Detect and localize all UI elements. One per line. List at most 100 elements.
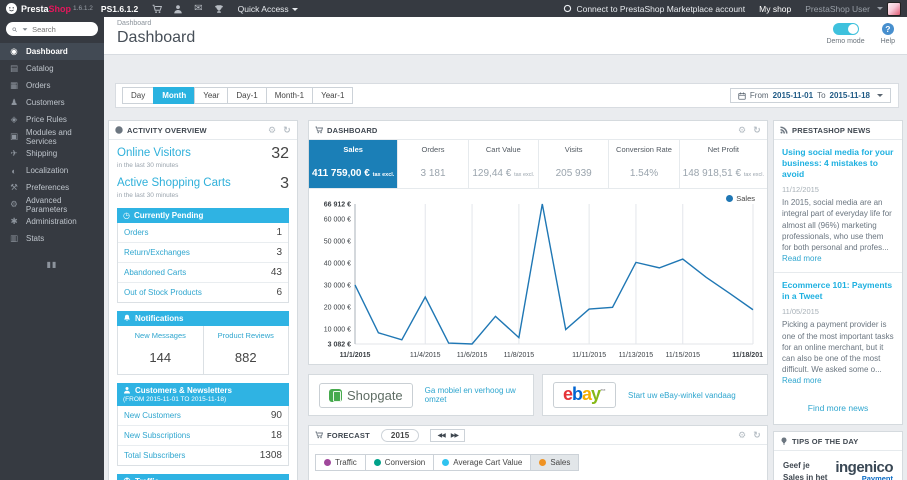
ebay-banner: ebay™ Start uw eBay-winkel vandaag xyxy=(542,374,768,416)
forward-icon[interactable]: ▶▶ xyxy=(451,432,459,439)
news-panel-title: PRESTASHOP NEWS xyxy=(792,125,871,135)
gear-icon[interactable]: ⚙ xyxy=(738,125,746,135)
sidebar-item-localization[interactable]: ◐ Localization xyxy=(0,162,104,179)
legend-conversion[interactable]: Conversion xyxy=(364,454,435,471)
sidebar-item-advanced-parameters[interactable]: ⚙ Advanced Parameters xyxy=(0,196,104,214)
marketplace-link[interactable]: Connect to PrestaShop Marketplace accoun… xyxy=(563,4,745,14)
brand-version: 1.6.1.2 xyxy=(73,5,93,12)
refresh-icon[interactable]: ↻ xyxy=(283,125,291,135)
product-reviews-cell: Product Reviews 882 xyxy=(202,326,289,374)
legend-dot-icon xyxy=(324,459,331,466)
avatar xyxy=(887,1,901,16)
shopgate-link[interactable]: Ga mobiel en verhoog uw omzet xyxy=(425,386,523,404)
sales-chart-area: Sales 3 082 € 10 000 € 20 000 € 30 000 € 40 … xyxy=(309,189,767,364)
kpi-tabs: Sales 411 759,00 € tax excl. Orders 3 18… xyxy=(309,140,767,189)
my-shop-link[interactable]: My shop xyxy=(759,4,791,14)
shopgate-phone-icon xyxy=(329,388,342,402)
sidebar-item-shipping[interactable]: ✈ Shipping xyxy=(0,145,104,162)
svg-text:11/1/2015: 11/1/2015 xyxy=(340,352,371,359)
sidebar-item-dashboard[interactable]: ◉ Dashboard xyxy=(0,43,104,60)
pending-row-orders: Orders 1 xyxy=(118,223,288,243)
cart-icon[interactable] xyxy=(152,4,163,14)
forecast-nav: ◀◀ ▶▶ xyxy=(430,428,465,442)
bell-icon xyxy=(123,314,131,323)
kpi-tab-cart-value[interactable]: Cart Value 129,44 € tax excl. xyxy=(469,140,539,188)
demo-mode-toggle[interactable] xyxy=(832,23,859,35)
user-menu[interactable]: PrestaShop User xyxy=(805,1,901,16)
ebay-logo: ebay™ xyxy=(553,382,617,408)
range-month-button[interactable]: Month xyxy=(153,87,196,104)
kpi-tab-visits[interactable]: Visits 205 939 xyxy=(539,140,610,188)
backward-icon[interactable]: ◀◀ xyxy=(437,432,445,439)
online-visitors-link[interactable]: Online Visitors xyxy=(117,147,191,159)
svg-text:10 000 €: 10 000 € xyxy=(324,326,351,333)
sidebar-item-administration[interactable]: ✱ Administration xyxy=(0,213,104,230)
range-day-button[interactable]: Day xyxy=(122,87,155,104)
sidebar-item-price-rules[interactable]: ◈ Price Rules xyxy=(0,111,104,128)
ebay-link[interactable]: Start uw eBay-winkel vandaag xyxy=(628,391,736,400)
kpi-tab-net-profit[interactable]: Net Profit 148 918,51 € tax excl. xyxy=(680,140,767,188)
breadcrumb[interactable]: Dashboard xyxy=(117,20,151,27)
legend-dot-icon xyxy=(539,459,547,466)
page-body: Day Month Year Day-1 Month-1 Year-1 From… xyxy=(104,55,907,480)
shipping-icon: ✈ xyxy=(10,148,18,158)
kpi-tab-orders[interactable]: Orders 3 181 xyxy=(398,140,469,188)
chart-legend[interactable]: Sales xyxy=(726,194,755,203)
ingenico-logo[interactable]: ingenico Payment services xyxy=(835,460,893,480)
news-headline[interactable]: Using social media for your business: 4 … xyxy=(782,147,894,180)
forecast-panel-title: FORECAST xyxy=(327,430,370,440)
gear-icon[interactable]: ⚙ xyxy=(268,125,276,135)
brand-name[interactable]: PrestaShop xyxy=(21,4,71,14)
quick-access-menu[interactable]: Quick Access xyxy=(238,4,298,14)
sidebar-item-orders[interactable]: ▦ Orders xyxy=(0,77,104,94)
active-carts-link[interactable]: Active Shopping Carts xyxy=(117,177,231,189)
find-more-news-link[interactable]: Find more news xyxy=(774,394,902,424)
caret-down-icon xyxy=(877,7,883,10)
forecast-legend: Traffic Conversion Average Cart Value Sa… xyxy=(309,445,767,480)
collapse-menu-icon[interactable]: ▮▮ xyxy=(0,260,104,269)
range-day-1-button[interactable]: Day-1 xyxy=(227,87,267,104)
demo-mode-label: Demo mode xyxy=(826,38,865,45)
sidebar-item-preferences[interactable]: ⚒ Preferences xyxy=(0,179,104,196)
activity-overview-panel: ACTIVITY OVERVIEW ⚙ ↻ Online Visitors 32… xyxy=(108,120,298,480)
sidebar-item-customers[interactable]: ♟ Customers xyxy=(0,94,104,111)
traffic-section: Traffic (FROM 2015-11-01 TO 2015-11-18) … xyxy=(117,474,289,480)
kpi-tab-conversion-rate[interactable]: Conversion Rate 1.54% xyxy=(609,140,680,188)
legend-average-cart-value[interactable]: Average Cart Value xyxy=(433,454,532,471)
pending-row-abandoned-carts: Abandoned Carts 43 xyxy=(118,263,288,283)
gear-icon[interactable]: ⚙ xyxy=(738,430,746,440)
refresh-icon[interactable]: ↻ xyxy=(753,430,761,440)
product-reviews-link[interactable]: Product Reviews xyxy=(206,331,287,340)
kpi-tab-sales[interactable]: Sales 411 759,00 € tax excl. xyxy=(309,140,399,188)
rss-icon xyxy=(780,126,788,134)
read-more-link[interactable]: Read more xyxy=(782,254,822,263)
sidebar-item-modules[interactable]: ▣ Modules and Services xyxy=(0,128,104,146)
help-icon[interactable]: ? xyxy=(881,23,894,35)
svg-text:11/6/2015: 11/6/2015 xyxy=(457,352,488,359)
range-year-button[interactable]: Year xyxy=(194,87,229,104)
new-customers-row: New Customers 90 xyxy=(118,406,288,426)
sidebar-item-catalog[interactable]: ▤ Catalog xyxy=(0,60,104,77)
new-messages-cell: New Messages 144 xyxy=(118,326,203,374)
prestashop-logo-icon[interactable] xyxy=(6,3,17,14)
legend-traffic[interactable]: Traffic xyxy=(315,454,366,471)
mail-icon[interactable]: ✉ xyxy=(194,3,202,14)
sidebar-item-stats[interactable]: ▥ Stats xyxy=(0,230,104,247)
range-year-1-button[interactable]: Year-1 xyxy=(312,87,354,104)
date-range-picker[interactable]: From 2015-11-01 To 2015-11-18 xyxy=(729,88,891,103)
search-input[interactable] xyxy=(30,23,92,35)
refresh-icon[interactable]: ↻ xyxy=(753,125,761,135)
range-month-1-button[interactable]: Month-1 xyxy=(265,87,314,104)
to-date: 2015-11-18 xyxy=(829,91,870,100)
caret-down-icon[interactable] xyxy=(22,27,28,31)
svg-text:40 000 €: 40 000 € xyxy=(324,261,351,268)
trophy-icon[interactable] xyxy=(214,4,224,14)
pending-row-returns: Return/Exchanges 3 xyxy=(118,243,288,263)
news-headline[interactable]: Ecommerce 101: Payments in a Tweet xyxy=(782,280,894,302)
svg-text:11/11/2015: 11/11/2015 xyxy=(572,352,606,359)
read-more-link[interactable]: Read more xyxy=(782,376,822,385)
employees-icon[interactable] xyxy=(173,4,183,14)
legend-sales[interactable]: Sales xyxy=(530,454,580,471)
new-messages-link[interactable]: New Messages xyxy=(120,331,201,340)
clock-icon xyxy=(115,126,123,134)
